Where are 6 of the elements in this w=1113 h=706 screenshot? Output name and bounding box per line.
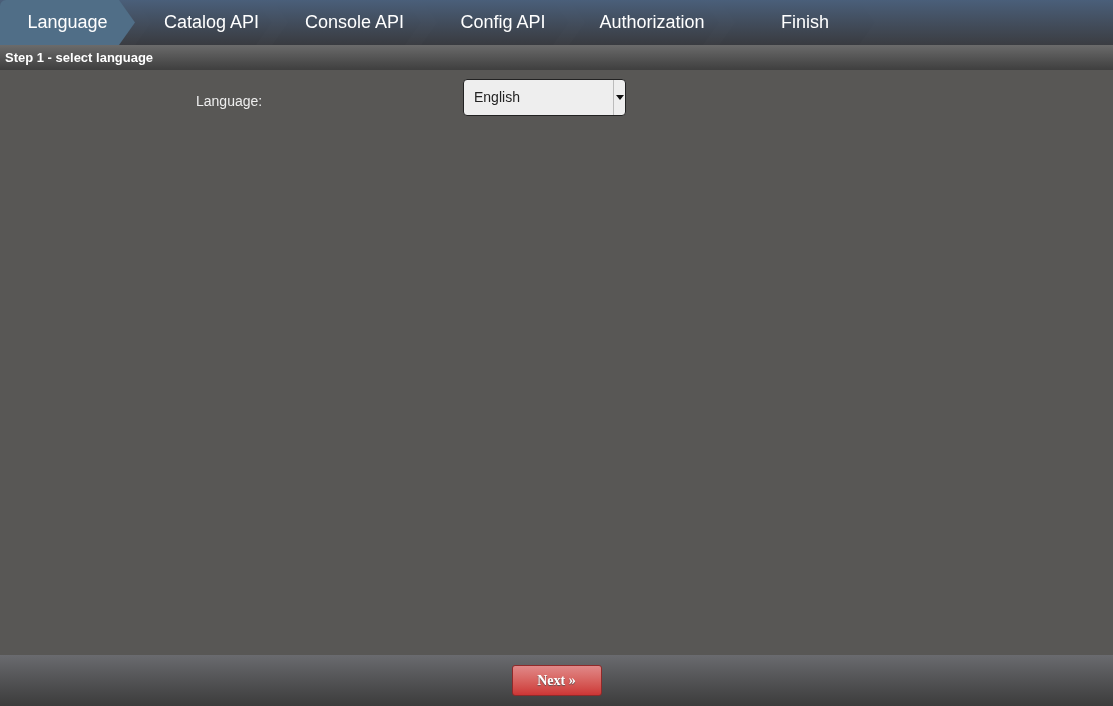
language-label: Language: <box>196 92 264 111</box>
next-button[interactable]: Next » <box>511 665 602 696</box>
step-title: Step 1 - select language <box>5 48 154 67</box>
language-select[interactable]: English <box>463 79 626 116</box>
caret-icon <box>615 95 624 100</box>
step-tab[interactable]: Language <box>0 0 135 45</box>
